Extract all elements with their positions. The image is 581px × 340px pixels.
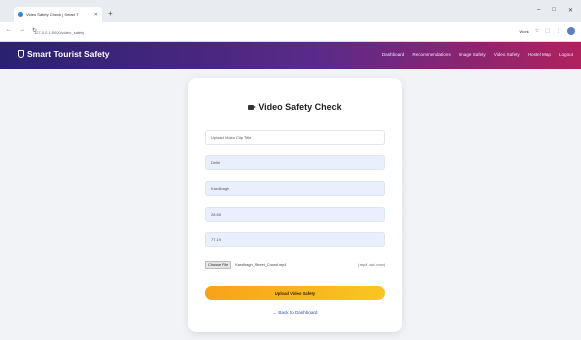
- menu-icon[interactable]: ⋮: [556, 28, 561, 34]
- window-controls: – □ ✕: [537, 7, 573, 14]
- nav-logout[interactable]: Logout: [559, 52, 573, 57]
- choose-file-button[interactable]: Choose File: [205, 260, 232, 269]
- profile-label[interactable]: Work: [520, 29, 529, 34]
- url-field[interactable]: 127.0.0.1:5000/video_safety: [34, 27, 224, 37]
- shield-icon: [18, 50, 24, 58]
- nav-video-safety[interactable]: Video Safety: [494, 52, 520, 57]
- latitude-field[interactable]: 28.65: [205, 207, 385, 222]
- nav-dashboard[interactable]: Dashboard: [382, 52, 404, 57]
- maximize-icon[interactable]: □: [552, 7, 556, 14]
- tab-favicon-icon: [18, 12, 23, 17]
- card-title-text: Video Safety Check: [258, 102, 342, 112]
- site-navbar: Smart Tourist Safety Dashboard Recommend…: [0, 42, 581, 69]
- nav-hostel-map[interactable]: Hostel Map: [528, 52, 551, 57]
- upload-video-button[interactable]: Upload Video Safety: [205, 286, 385, 300]
- longitude-field-value: 77.19: [211, 237, 222, 242]
- city-field[interactable]: Delhi: [205, 155, 385, 170]
- video-safety-card: Video Safety Check Upload Video Clip Tit…: [188, 78, 402, 332]
- file-input-row: Choose File Karolbagh_Street_Crowd.mp4 (…: [205, 259, 385, 270]
- navigation-buttons: ← → ↻: [6, 27, 37, 34]
- page-title: Video Safety Check: [188, 102, 402, 112]
- area-field-value: Karolbagh: [211, 186, 230, 191]
- star-icon[interactable]: ☆: [535, 28, 539, 34]
- new-tab-icon[interactable]: +: [108, 9, 113, 18]
- area-field[interactable]: Karolbagh: [205, 181, 385, 196]
- browser-tab-bar: Video Safety Check | Smart T ✕ + – □ ✕: [0, 0, 581, 22]
- brand-name: Smart Tourist Safety: [27, 49, 110, 59]
- video-camera-icon: [248, 104, 257, 110]
- forward-icon[interactable]: →: [19, 27, 25, 34]
- close-window-icon[interactable]: ✕: [568, 7, 573, 14]
- avatar[interactable]: [567, 27, 575, 35]
- longitude-field[interactable]: 77.19: [205, 232, 385, 247]
- nav-links: Dashboard Recommendations Image Safety V…: [382, 52, 573, 57]
- close-tab-icon[interactable]: ✕: [94, 12, 98, 18]
- city-field-value: Delhi: [211, 160, 221, 165]
- title-field-placeholder: Upload Video Clip Title: [211, 135, 252, 140]
- browser-tab[interactable]: Video Safety Check | Smart T ✕: [14, 7, 102, 22]
- back-to-dashboard-link[interactable]: ← Back to Dashboard: [188, 310, 402, 315]
- brand[interactable]: Smart Tourist Safety: [18, 49, 110, 59]
- tab-title: Video Safety Check | Smart T: [26, 12, 79, 17]
- browser-toolbar-right: Work ☆ ⬚ ⋮: [520, 27, 575, 35]
- title-field[interactable]: Upload Video Clip Title: [205, 130, 385, 145]
- minimize-icon[interactable]: –: [537, 7, 540, 14]
- back-icon[interactable]: ←: [6, 27, 12, 34]
- extensions-icon[interactable]: ⬚: [545, 28, 550, 34]
- nav-recommendations[interactable]: Recommendations: [412, 52, 450, 57]
- file-name: Karolbagh_Street_Crowd.mp4: [235, 262, 287, 267]
- address-bar-row: ← → ↻ 127.0.0.1:5000/video_safety Work ☆…: [0, 22, 581, 42]
- latitude-field-value: 28.65: [211, 212, 222, 217]
- nav-image-safety[interactable]: Image Safety: [459, 52, 486, 57]
- file-hint: (.mp4 .avi .mov): [357, 262, 385, 267]
